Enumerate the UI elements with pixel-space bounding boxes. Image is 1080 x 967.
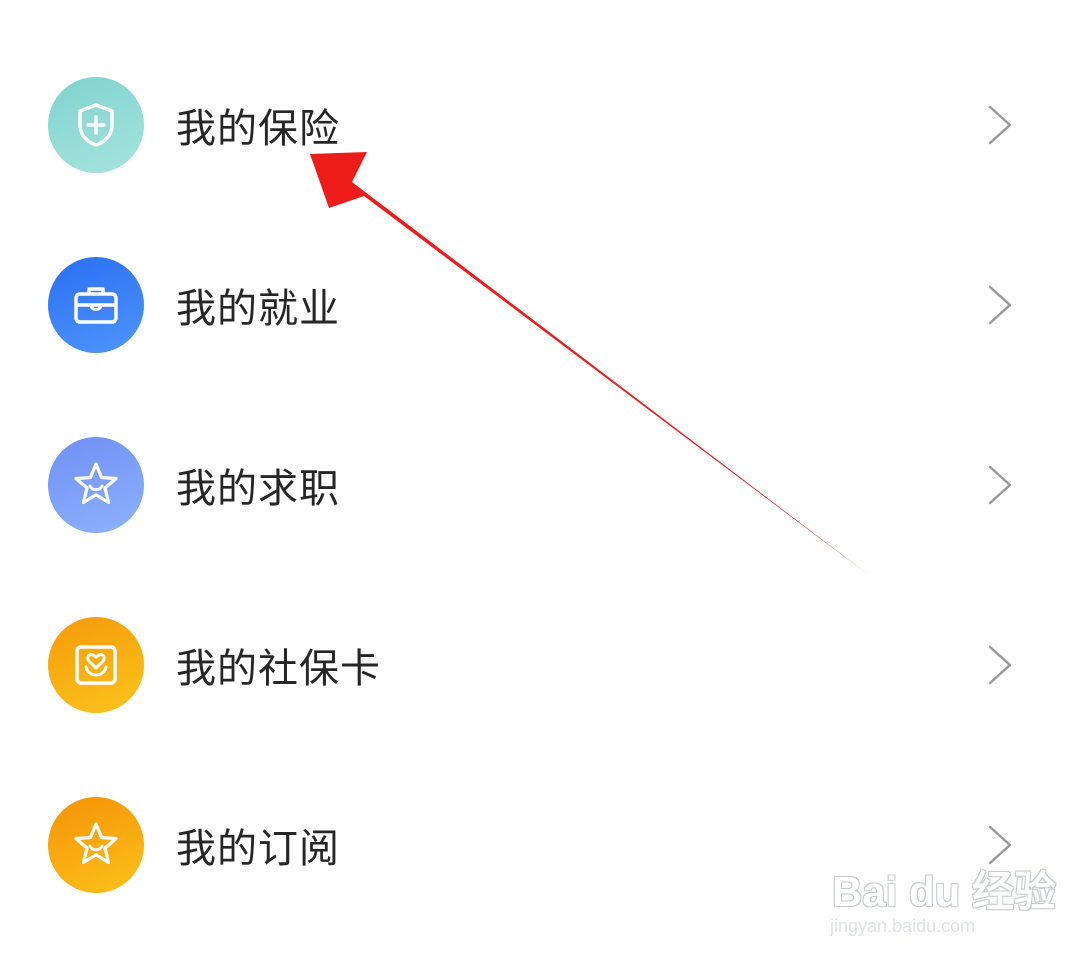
chevron-right-icon bbox=[984, 463, 1016, 507]
menu-item-subscription[interactable]: 我的订阅 bbox=[0, 755, 1080, 935]
menu-item-job-search[interactable]: 我的求职 bbox=[0, 395, 1080, 575]
menu-item-label: 我的订阅 bbox=[176, 826, 340, 872]
menu-item-label: 我的社保卡 bbox=[176, 646, 381, 692]
star-smile-icon bbox=[48, 797, 144, 893]
menu-item-employment[interactable]: 我的就业 bbox=[0, 215, 1080, 395]
menu-item-label: 我的求职 bbox=[176, 466, 340, 512]
menu-list: 我的保险 我的就业 我的求职 我的社保卡 我的订阅 bbox=[0, 0, 1080, 967]
chevron-right-icon bbox=[984, 103, 1016, 147]
menu-item-label: 我的就业 bbox=[176, 286, 340, 332]
star-smile-icon bbox=[48, 437, 144, 533]
menu-item-insurance[interactable]: 我的保险 bbox=[0, 35, 1080, 215]
chevron-right-icon bbox=[984, 823, 1016, 867]
briefcase-icon bbox=[48, 257, 144, 353]
card-heart-hands-icon bbox=[48, 617, 144, 713]
shield-plus-icon bbox=[48, 77, 144, 173]
chevron-right-icon bbox=[984, 643, 1016, 687]
menu-item-label: 我的保险 bbox=[176, 106, 340, 152]
chevron-right-icon bbox=[984, 283, 1016, 327]
menu-item-social-security-card[interactable]: 我的社保卡 bbox=[0, 575, 1080, 755]
